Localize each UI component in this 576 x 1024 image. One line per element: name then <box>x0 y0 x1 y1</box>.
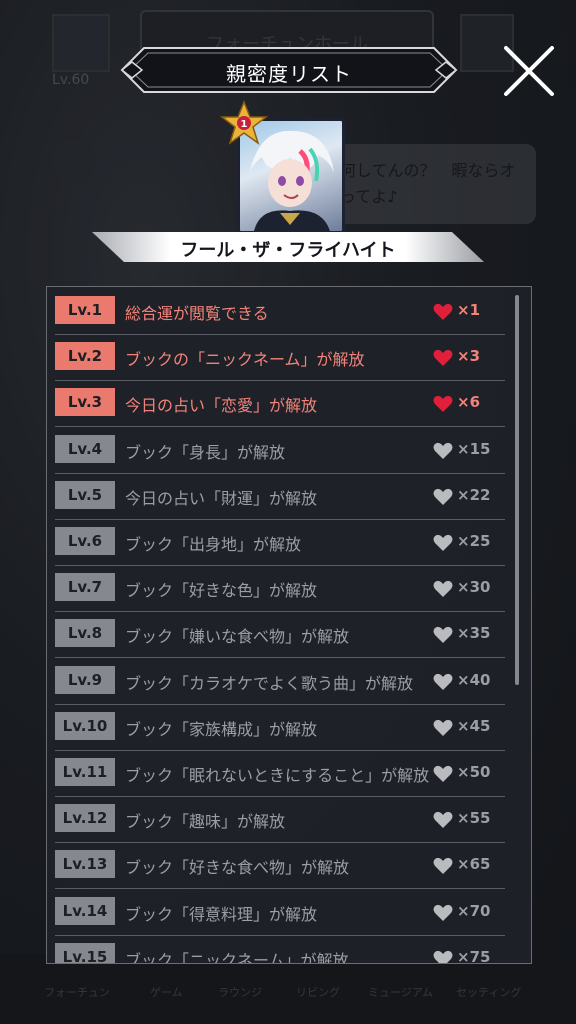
heart-count: ×65 <box>457 855 491 874</box>
scrollbar[interactable] <box>515 295 519 685</box>
list-item: Lv.13 ブック「好きな食べ物」が解放 ×65 <box>55 842 505 890</box>
heart-icon <box>433 581 453 598</box>
heart-icon <box>433 904 453 921</box>
level-badge: Lv.2 <box>55 342 115 371</box>
heart-count: ×25 <box>457 532 491 550</box>
heart-icon <box>433 488 453 505</box>
list-item: Lv.12 ブック「趣味」が解放 ×55 <box>55 796 505 844</box>
level-badge: Lv.12 <box>55 804 115 833</box>
list-item: Lv.7 ブック「好きな色」が解放 ×30 <box>55 565 505 613</box>
heart-count: ×1 <box>457 301 481 319</box>
heart-icon <box>433 442 453 459</box>
heart-icon <box>433 765 453 782</box>
list-item: Lv.8 ブック「嫌いな食べ物」が解放 ×35 <box>55 611 505 659</box>
reward-description: ブック「眠れないときにすること」が解放 <box>125 766 430 785</box>
heart-icon <box>433 350 453 367</box>
heart-icon <box>433 950 453 963</box>
heart-count: ×22 <box>457 485 491 504</box>
list-item: Lv.9 ブック「カラオケでよく歌う曲」が解放 ×40 <box>55 658 505 705</box>
list-item: Lv.5 今日の占い「財運」が解放 ×22 <box>55 473 505 520</box>
heart-count: ×45 <box>457 716 491 735</box>
reward-description: ブック「好きな色」が解放 <box>125 581 318 601</box>
list-item: Lv.1 総合運が閲覧できる ×1 <box>55 288 505 335</box>
level-badge: Lv.5 <box>55 480 115 509</box>
reward-description: ブック「出身地」が解放 <box>125 535 302 554</box>
list-item: Lv.10 ブック「家族構成」が解放 ×45 <box>55 704 505 751</box>
reward-description: ブック「カラオケでよく歌う曲」が解放 <box>125 673 414 693</box>
level-badge: Lv.6 <box>55 527 115 555</box>
heart-icon <box>433 812 453 829</box>
level-badge: Lv.13 <box>55 850 115 879</box>
list-item: Lv.2 ブックの「ニックネーム」が解放 ×3 <box>55 334 505 382</box>
list-item: Lv.11 ブック「眠れないときにすること」が解放 ×50 <box>55 750 505 797</box>
heart-count: ×50 <box>457 763 491 781</box>
rank-star-number: 1 <box>241 119 248 130</box>
reward-description: 総合運が閲覧できる <box>125 304 269 323</box>
heart-icon <box>433 303 453 320</box>
heart-icon <box>433 719 453 736</box>
dialog-title-plate: 親密度リスト <box>118 44 460 96</box>
reward-description: ブック「身長」が解放 <box>125 442 286 462</box>
heart-count: ×40 <box>457 670 491 689</box>
reward-description: ブック「好きな食べ物」が解放 <box>125 858 350 878</box>
heart-count: ×30 <box>457 578 491 597</box>
close-icon <box>504 46 554 96</box>
level-badge: Lv.15 <box>55 942 115 963</box>
reward-description: ブック「ニックネーム」が解放 <box>125 950 349 964</box>
list-item: Lv.15 ブック「ニックネーム」が解放 ×75 <box>55 935 505 964</box>
level-badge: Lv.14 <box>55 896 115 925</box>
heart-count: ×35 <box>457 624 491 643</box>
level-badge: Lv.7 <box>55 573 115 602</box>
dialog-title: 親密度リスト <box>226 62 352 86</box>
heart-count: ×15 <box>457 439 491 458</box>
reward-description: ブック「嫌いな食べ物」が解放 <box>125 627 350 647</box>
heart-count: ×70 <box>457 901 491 920</box>
heart-icon <box>433 673 453 690</box>
level-badge: Lv.10 <box>55 711 115 740</box>
level-badge: Lv.3 <box>55 388 115 417</box>
heart-icon <box>433 396 453 413</box>
heart-count: ×75 <box>457 947 491 964</box>
reward-description: ブック「得意料理」が解放 <box>125 904 318 924</box>
close-button[interactable] <box>500 42 558 100</box>
level-badge: Lv.11 <box>55 758 115 786</box>
character-name-ribbon: フール・ザ・フライハイト <box>92 232 484 262</box>
reward-description: 今日の占い「財運」が解放 <box>125 488 318 508</box>
level-badge: Lv.8 <box>55 619 115 648</box>
heart-count: ×55 <box>457 809 491 828</box>
reward-description: ブック「家族構成」が解放 <box>125 719 318 739</box>
list-item: Lv.6 ブック「出身地」が解放 ×25 <box>55 519 505 566</box>
level-badge: Lv.4 <box>55 434 115 463</box>
heart-count: ×3 <box>457 347 481 366</box>
character-name: フール・ザ・フライハイト <box>180 240 396 261</box>
list-item: Lv.4 ブック「身長」が解放 ×15 <box>55 427 505 474</box>
intimacy-list[interactable]: Lv.1 総合運が閲覧できる ×1 Lv.2 ブックの「ニックネーム」が解放 ×3 Lv.3… <box>46 286 532 964</box>
level-badge: Lv.1 <box>55 296 115 324</box>
list-item: Lv.3 今日の占い「恋愛」が解放 ×6 <box>55 380 505 428</box>
reward-description: 今日の占い「恋愛」が解放 <box>125 396 318 416</box>
heart-icon <box>433 858 453 875</box>
heart-icon <box>433 627 453 644</box>
rank-star-icon: 1 <box>219 99 269 146</box>
heart-icon <box>433 534 453 551</box>
level-badge: Lv.9 <box>55 665 115 694</box>
reward-description: ブックの「ニックネーム」が解放 <box>125 350 365 370</box>
reward-description: ブック「趣味」が解放 <box>125 812 286 832</box>
heart-count: ×6 <box>457 393 481 412</box>
list-item: Lv.14 ブック「得意料理」が解放 ×70 <box>55 889 505 936</box>
